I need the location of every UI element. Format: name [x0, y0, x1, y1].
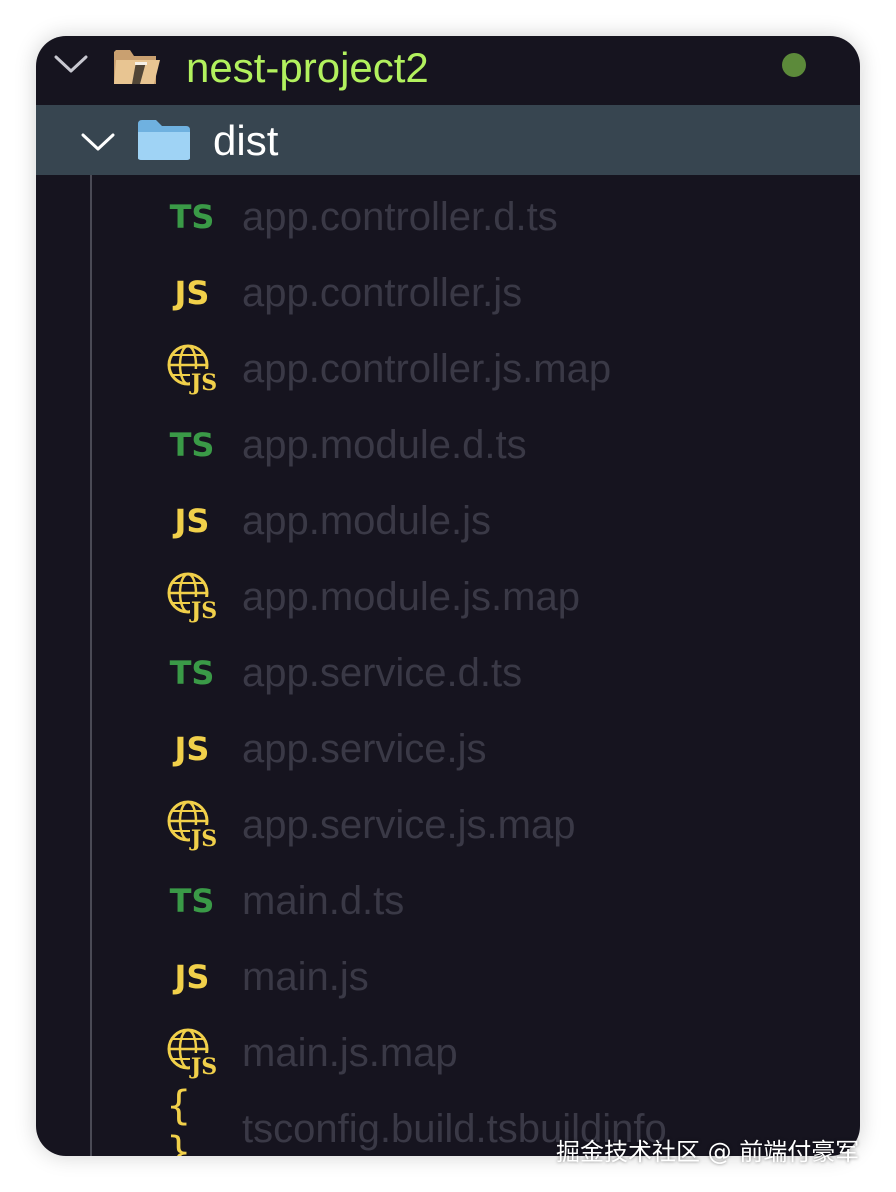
file-row[interactable]: TS app.module.d.ts — [36, 408, 860, 484]
file-row[interactable]: TS app.service.d.ts — [36, 636, 860, 712]
javascript-icon: JS — [174, 958, 210, 996]
project-name: nest-project2 — [186, 44, 429, 91]
file-name: main.js — [242, 955, 369, 999]
file-name: app.module.js — [242, 499, 492, 543]
typescript-icon: TS — [169, 198, 215, 236]
javascript-icon: JS — [174, 274, 210, 312]
file-name: main.d.ts — [242, 879, 405, 923]
chevron-down-icon[interactable] — [54, 54, 88, 74]
js-badge-label: JS — [189, 1054, 217, 1079]
folder-name: dist — [213, 117, 279, 164]
file-row[interactable]: JS app.controller.js — [36, 256, 860, 332]
project-root-row[interactable]: nest-project2 — [36, 36, 860, 112]
watermark-text: 掘金技术社区 @ 前端付豪军 — [556, 1138, 860, 1166]
javascript-icon: JS — [174, 730, 210, 768]
js-badge-label: JS — [189, 370, 217, 395]
file-row[interactable]: JS app.service.js — [36, 712, 860, 788]
folder-open-icon — [114, 50, 160, 84]
file-row[interactable]: JS app.service.js.map — [36, 788, 860, 864]
js-badge-label: JS — [189, 598, 217, 623]
file-name: app.service.js.map — [242, 803, 576, 847]
js-map-globe-icon: JS — [166, 571, 218, 623]
js-badge-label: JS — [189, 826, 217, 851]
file-name: app.controller.js — [242, 271, 523, 315]
file-row[interactable]: JS main.js — [36, 940, 860, 1016]
file-explorer-panel: nest-project2 dist TS app.controller.d.ts… — [36, 36, 860, 1156]
file-name: app.controller.js.map — [242, 347, 612, 391]
file-name: app.module.js.map — [242, 575, 580, 619]
file-name: app.module.d.ts — [242, 423, 527, 467]
javascript-icon: JS — [174, 502, 210, 540]
status-dot — [782, 53, 806, 77]
braces-icon: { } — [166, 1083, 192, 1156]
file-row[interactable]: JS app.module.js — [36, 484, 860, 560]
file-row[interactable]: JS app.controller.js.map — [36, 332, 860, 408]
chevron-down-icon[interactable] — [81, 132, 115, 152]
folder-row-dist[interactable]: dist — [36, 105, 860, 175]
file-row[interactable]: JS app.module.js.map — [36, 560, 860, 636]
folder-icon — [138, 120, 190, 160]
js-map-globe-icon: JS — [166, 1027, 218, 1079]
js-map-globe-icon: JS — [166, 799, 218, 851]
file-row[interactable]: TS main.d.ts — [36, 864, 860, 940]
file-row[interactable]: TS app.controller.d.ts — [36, 180, 860, 256]
typescript-icon: TS — [169, 882, 215, 920]
file-name: app.controller.d.ts — [242, 195, 558, 239]
file-name: main.js.map — [242, 1031, 458, 1075]
js-map-globe-icon: JS — [166, 343, 218, 395]
file-name: app.service.d.ts — [242, 651, 523, 695]
typescript-icon: TS — [169, 654, 215, 692]
file-name: app.service.js — [242, 727, 487, 771]
typescript-icon: TS — [169, 426, 215, 464]
file-row[interactable]: JS main.js.map — [36, 1016, 860, 1092]
